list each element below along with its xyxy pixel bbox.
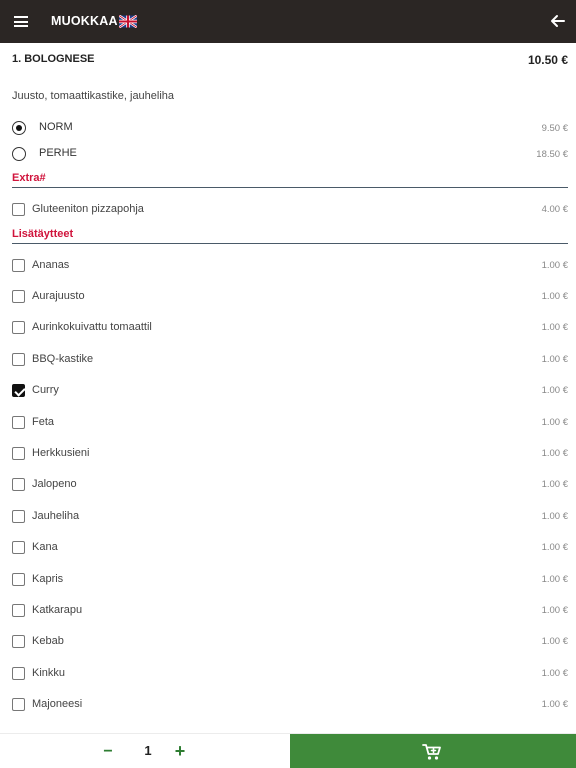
option-label: Kebab <box>32 635 64 647</box>
option-row[interactable]: Feta 1.00 € <box>12 416 568 432</box>
option-label: Jalopeno <box>32 478 77 490</box>
size-option[interactable]: PERHE 18.50 € <box>12 147 568 167</box>
option-price: 1.00 € <box>541 260 568 271</box>
decrease-quantity-button[interactable]: − <box>98 743 118 761</box>
product-price: 10.50 € <box>527 53 568 67</box>
increase-quantity-button[interactable]: + <box>170 742 190 760</box>
option-checkbox[interactable] <box>12 321 25 334</box>
option-row[interactable]: Majoneesi 1.00 € <box>12 698 568 714</box>
option-label: Jauheliha <box>32 510 80 522</box>
option-label: Kapris <box>32 573 64 585</box>
section-title: Lisätäytteet <box>12 228 74 240</box>
option-checkbox[interactable] <box>12 478 25 491</box>
cart-add-icon <box>422 744 441 760</box>
option-checkbox[interactable] <box>12 698 25 711</box>
product-name: 1. BOLOGNESE <box>12 53 95 65</box>
option-price: 1.00 € <box>541 605 568 616</box>
add-to-cart-button[interactable] <box>290 734 576 768</box>
size-label: PERHE <box>39 147 77 159</box>
option-checkbox[interactable] <box>12 573 25 586</box>
option-price: 1.00 € <box>541 574 568 585</box>
option-price: 1.00 € <box>541 385 568 396</box>
option-price: 1.00 € <box>541 354 568 365</box>
option-checkbox[interactable] <box>12 416 25 429</box>
option-row[interactable]: Katkarapu 1.00 € <box>12 604 568 620</box>
option-price: 1.00 € <box>541 636 568 647</box>
option-row[interactable]: Curry 1.00 € <box>12 384 568 400</box>
option-row[interactable]: Jalopeno 1.00 € <box>12 478 568 494</box>
option-row[interactable]: Kinkku 1.00 € <box>12 667 568 683</box>
option-row[interactable]: Kapris 1.00 € <box>12 573 568 589</box>
option-row[interactable]: Herkkusieni 1.00 € <box>12 447 568 463</box>
option-checkbox[interactable] <box>12 447 25 460</box>
option-label: BBQ-kastike <box>32 353 94 365</box>
option-price: 1.00 € <box>541 699 568 710</box>
option-price: 1.00 € <box>541 322 568 333</box>
bottom-bar: − 1 + <box>0 733 576 768</box>
option-checkbox[interactable] <box>12 384 25 397</box>
option-price: 1.00 € <box>541 448 568 459</box>
option-label: Feta <box>32 416 55 428</box>
option-price: 1.00 € <box>541 479 568 490</box>
option-label: Kinkku <box>32 667 66 679</box>
option-row[interactable]: Aurinkokuivattu tomaattil 1.00 € <box>12 321 568 337</box>
option-label: Kana <box>32 541 58 553</box>
option-row[interactable]: Ananas 1.00 € <box>12 259 568 275</box>
option-checkbox[interactable] <box>12 290 25 303</box>
size-option[interactable]: NORM 9.50 € <box>12 121 568 141</box>
size-price: 9.50 € <box>541 123 568 134</box>
option-checkbox[interactable] <box>12 510 25 523</box>
page-title: MUOKKAA <box>51 14 118 28</box>
arrow-left-icon[interactable] <box>550 13 566 29</box>
option-label: Aurinkokuivattu tomaattil <box>32 321 152 333</box>
option-checkbox[interactable] <box>12 259 25 272</box>
uk-flag-icon[interactable] <box>119 15 137 28</box>
option-price: 1.00 € <box>541 291 568 302</box>
option-row[interactable]: Kana 1.00 € <box>12 541 568 557</box>
option-label: Majoneesi <box>32 698 83 710</box>
option-label: Aurajuusto <box>32 290 85 302</box>
size-radio[interactable] <box>12 121 26 135</box>
option-checkbox[interactable] <box>12 667 25 680</box>
size-radio[interactable] <box>12 147 26 161</box>
option-row[interactable]: Aurajuusto 1.00 € <box>12 290 568 306</box>
hamburger-icon[interactable] <box>14 16 28 27</box>
option-label: Curry <box>32 384 59 396</box>
option-row[interactable]: BBQ-kastike 1.00 € <box>12 353 568 369</box>
option-price: 1.00 € <box>541 542 568 553</box>
top-bar: MUOKKAA <box>0 0 576 43</box>
option-row[interactable]: Gluteeniton pizzapohja 4.00 € <box>12 203 568 219</box>
section-title: Extra# <box>12 172 46 184</box>
size-price: 18.50 € <box>536 149 568 160</box>
option-checkbox[interactable] <box>12 635 25 648</box>
option-label: Gluteeniton pizzapohja <box>32 203 144 215</box>
quantity-value: 1 <box>144 743 152 758</box>
option-checkbox[interactable] <box>12 353 25 366</box>
product-header: 1. BOLOGNESE 10.50 € <box>12 53 568 69</box>
option-price: 1.00 € <box>541 668 568 679</box>
size-label: NORM <box>39 121 73 133</box>
option-checkbox[interactable] <box>12 203 25 216</box>
option-label: Katkarapu <box>32 604 83 616</box>
option-checkbox[interactable] <box>12 604 25 617</box>
option-price: 1.00 € <box>541 417 568 428</box>
option-row[interactable]: Kebab 1.00 € <box>12 635 568 651</box>
option-row[interactable]: Jauheliha 1.00 € <box>12 510 568 526</box>
option-checkbox[interactable] <box>12 541 25 554</box>
option-price: 1.00 € <box>541 511 568 522</box>
option-label: Ananas <box>32 259 70 271</box>
section-header-toppings: Lisätäytteet <box>12 228 568 244</box>
section-header-extra: Extra# <box>12 172 568 188</box>
option-label: Herkkusieni <box>32 447 90 459</box>
option-price: 4.00 € <box>541 204 568 215</box>
product-description: Juusto, tomaattikastike, jauheliha <box>12 90 175 102</box>
